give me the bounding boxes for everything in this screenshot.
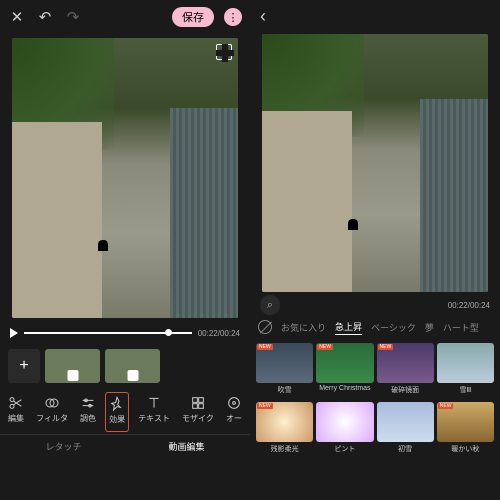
tool-row: 編集 フィルタ 調色 効果 テキスト モザイク オー — [0, 388, 250, 434]
new-badge: NEW — [378, 344, 394, 350]
effects-grid: NEW 吹雪 NEW Merry Christmas NEW 破碎镜面雪Ⅲ NEW 残影柔光ピ… — [250, 340, 500, 461]
tool-label: フィルタ — [36, 413, 68, 424]
effect-item[interactable]: 雪Ⅲ — [437, 343, 494, 399]
effect-category-tabs: お気に入り急上昇ベーシック夢ハート型 — [250, 314, 500, 340]
effect-label: Merry Christmas — [316, 385, 373, 392]
timeline: + — [0, 344, 250, 388]
new-badge: NEW — [257, 344, 273, 350]
clip-thumbnail[interactable] — [105, 349, 160, 383]
effect-item[interactable]: NEW 暖かい秋 — [437, 402, 494, 458]
tool-audio[interactable]: オー — [223, 392, 245, 432]
video-preview[interactable] — [262, 34, 488, 292]
tool-label: 効果 — [109, 414, 125, 425]
editor-pane: ✕ ↶ ↷ 保存 ⋮ 00:22/00:24 + 編集 フィルタ 調色 効果 テキスト モ… — [0, 0, 250, 500]
back-icon[interactable]: ‹ — [260, 6, 266, 26]
category-tab[interactable]: お気に入り — [281, 321, 326, 334]
tool-text[interactable]: テキスト — [135, 392, 173, 432]
new-badge: NEW — [438, 403, 454, 409]
effect-label: 残影柔光 — [256, 444, 313, 454]
mode-tab[interactable]: 動画編集 — [168, 440, 204, 459]
save-button[interactable]: 保存 — [172, 7, 214, 27]
new-badge: NEW — [317, 344, 333, 350]
time-display: 00:22/00:24 — [198, 329, 240, 338]
category-tab[interactable]: ハート型 — [443, 321, 479, 334]
effect-item[interactable]: NEW 破碎镜面 — [377, 343, 434, 399]
crop-icon[interactable] — [216, 44, 232, 60]
playback-controls: 00:22/00:24 — [0, 322, 250, 344]
search-icon[interactable]: ⌕ — [260, 295, 280, 315]
more-icon[interactable]: ⋮ — [224, 8, 242, 26]
tool-label: モザイク — [182, 413, 214, 424]
add-clip-button[interactable]: + — [8, 349, 40, 383]
play-icon[interactable] — [10, 328, 18, 338]
tool-scissors[interactable]: 編集 — [5, 392, 27, 432]
effect-label: 雪Ⅲ — [437, 385, 494, 395]
seek-bar[interactable] — [24, 332, 192, 334]
mode-tab[interactable]: レタッチ — [45, 440, 81, 459]
effect-label: 破碎镜面 — [377, 385, 434, 395]
tool-sliders[interactable]: 調色 — [77, 392, 99, 432]
tool-mosaic[interactable]: モザイク — [179, 392, 217, 432]
effect-label: 初雪 — [377, 444, 434, 454]
topbar: ‹ — [250, 0, 500, 30]
topbar: ✕ ↶ ↷ 保存 ⋮ — [0, 0, 250, 34]
effect-item[interactable]: NEW 吹雪 — [256, 343, 313, 399]
effect-label: ピント — [316, 444, 373, 454]
effect-item[interactable]: ピント — [316, 402, 373, 458]
new-badge: NEW — [257, 403, 273, 409]
tool-label: 調色 — [80, 413, 96, 424]
category-tab[interactable]: 夢 — [425, 321, 434, 334]
category-tab[interactable]: ベーシック — [371, 321, 416, 334]
effect-label: 吹雪 — [256, 385, 313, 395]
effect-item[interactable]: NEW Merry Christmas — [316, 343, 373, 399]
tool-label: オー — [226, 413, 242, 424]
video-preview[interactable] — [12, 38, 238, 318]
effects-pane: ‹ ⌕ 00:22/00:24 お気に入り急上昇ベーシック夢ハート型 NEW 吹雪… — [250, 0, 500, 500]
preview-controls: ⌕ 00:22/00:24 — [250, 296, 500, 314]
none-icon[interactable] — [258, 320, 272, 334]
time-display: 00:22/00:24 — [448, 301, 490, 310]
effect-item[interactable]: NEW 残影柔光 — [256, 402, 313, 458]
undo-icon[interactable]: ↶ — [36, 8, 54, 26]
mode-tabs: レタッチ 動画編集 — [0, 434, 250, 464]
tool-circles[interactable]: フィルタ — [33, 392, 71, 432]
tool-label: 編集 — [8, 413, 24, 424]
effect-label: 暖かい秋 — [437, 444, 494, 454]
tool-pin[interactable]: 効果 — [105, 392, 129, 432]
close-icon[interactable]: ✕ — [8, 8, 26, 26]
category-tab[interactable]: 急上昇 — [335, 320, 362, 335]
effect-item[interactable]: 初雪 — [377, 402, 434, 458]
redo-icon[interactable]: ↷ — [64, 8, 82, 26]
tool-label: テキスト — [138, 413, 170, 424]
clip-thumbnail[interactable] — [45, 349, 100, 383]
